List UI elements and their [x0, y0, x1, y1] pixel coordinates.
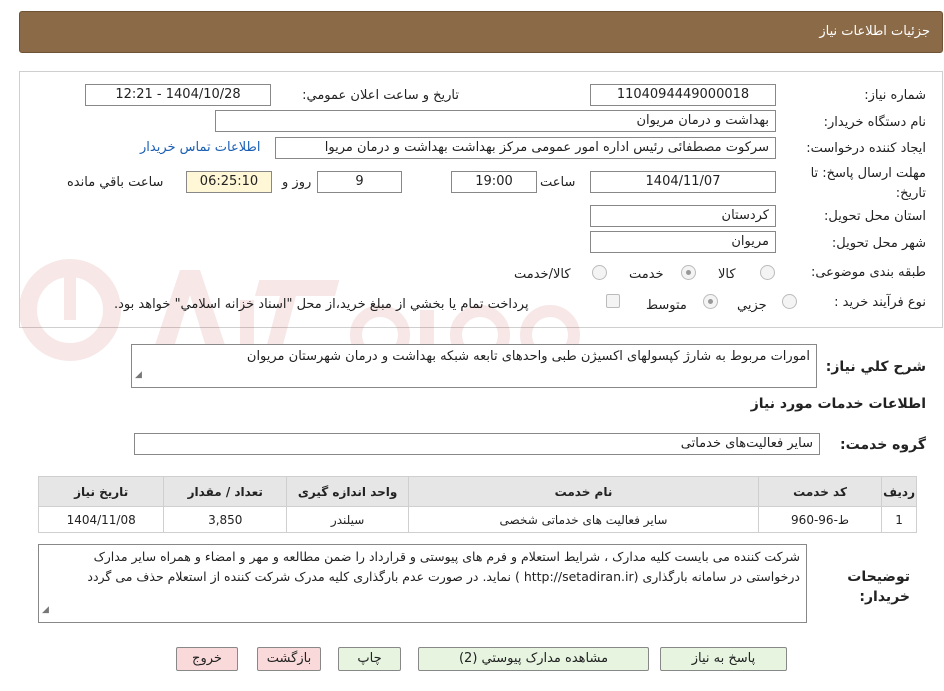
resize-grip-icon[interactable]: ◢	[42, 600, 49, 620]
services-section-title: اطلاعات خدمات مورد نياز	[750, 396, 926, 412]
cell-quantity: 3,850	[163, 506, 288, 533]
requester-field[interactable]: سرکوت مصطفائی رئیس اداره امور عمومی مرکز…	[275, 137, 776, 159]
print-button[interactable]: چاپ	[338, 647, 401, 671]
category-goods-radio[interactable]	[760, 265, 775, 280]
table-row[interactable]: 1 ط-96-960 سایر فعالیت های خدماتی شخصی س…	[37, 506, 917, 533]
days-label: روز و	[282, 175, 312, 190]
page-header: جزئیات اطلاعات نیاز	[19, 11, 943, 53]
city-field[interactable]: مریوان	[590, 231, 776, 253]
col-header-row-number: رديف	[881, 476, 917, 507]
category-label: طبقه بندی موضوعی:	[810, 265, 926, 280]
exit-button[interactable]: خروج	[176, 647, 238, 671]
buyer-org-label: نام دستگاه خريدار:	[823, 115, 926, 130]
view-attachments-button[interactable]: مشاهده مدارک پيوستي (2)	[418, 647, 649, 671]
days-remaining-field[interactable]: 9	[317, 171, 402, 193]
cell-unit: سیلندر	[286, 506, 410, 533]
buyer-org-field[interactable]: بهداشت و درمان مریوان	[215, 110, 776, 132]
deadline-label: مهلت ارسال پاسخ: تا تاريخ:	[810, 166, 926, 201]
page-title: جزئیات اطلاعات نیاز	[819, 24, 930, 39]
cell-service-code: ط-96-960	[757, 506, 883, 533]
need-number-field[interactable]: 1104094449000018	[590, 84, 776, 106]
resize-grip-icon[interactable]: ◢	[135, 365, 142, 385]
treasury-payment-checkbox[interactable]	[606, 294, 620, 308]
col-header-unit: واحد اندازه گيری	[286, 476, 410, 507]
process-minor-radio[interactable]	[782, 294, 797, 309]
table-header-row: رديف كد خدمت نام خدمت واحد اندازه گيری ت…	[37, 476, 917, 507]
category-service-radio[interactable]	[681, 265, 696, 280]
category-option-both: كالا/خدمت	[514, 267, 571, 282]
province-label: استان محل تحويل:	[824, 209, 926, 224]
announce-datetime-field[interactable]: 1404/10/28 - 12:21	[85, 84, 271, 106]
back-button[interactable]: بازگشت	[257, 647, 321, 671]
requester-label: ايجاد كننده درخواست:	[806, 141, 926, 156]
col-header-service-code: كد خدمت	[757, 476, 883, 507]
process-label: نوع فرآيند خريد :	[834, 295, 926, 310]
need-number-label: شماره نیاز:	[864, 88, 926, 103]
buyer-notes-textarea[interactable]: شرکت کننده می بایست کلیه مدارک ، شرایط ا…	[38, 544, 807, 623]
cell-need-date: 1404/11/08	[37, 506, 165, 533]
summary-label: شرح كلي نياز:	[825, 359, 926, 375]
province-field[interactable]: کردستان	[590, 205, 776, 227]
category-both-radio[interactable]	[592, 265, 607, 280]
reply-button[interactable]: پاسخ به نياز	[660, 647, 787, 671]
cell-row-number: 1	[881, 506, 917, 533]
services-table: رديف كد خدمت نام خدمت واحد اندازه گيری ت…	[37, 476, 917, 533]
remaining-time-field[interactable]: 06:25:10	[186, 171, 272, 193]
category-option-service: خدمت	[629, 267, 664, 282]
service-group-label: گروه خدمت:	[840, 437, 926, 453]
deadline-time-label: ساعت	[540, 175, 576, 190]
announce-datetime-label: تاریخ و ساعت اعلان عمومي:	[302, 88, 459, 103]
service-group-field[interactable]: سایر فعالیت‌های خدماتی	[134, 433, 820, 455]
summary-textarea[interactable]: امورات مربوط به شارژ کپسولهای اکسیژن طبی…	[131, 344, 817, 388]
cell-service-name: سایر فعالیت های خدماتی شخصی	[408, 506, 759, 533]
remaining-label: ساعت باقي مانده	[67, 175, 164, 190]
buyer-contact-link[interactable]: اطلاعات تماس خريدار	[140, 140, 260, 155]
treasury-payment-note: پرداخت تمام يا بخشي از مبلغ خريد،از محل …	[114, 297, 529, 312]
process-option-medium: متوسط	[646, 298, 687, 313]
process-medium-radio[interactable]	[703, 294, 718, 309]
deadline-time-field[interactable]: 19:00	[451, 171, 537, 193]
city-label: شهر محل تحويل:	[831, 236, 926, 251]
col-header-quantity: تعداد / مقدار	[163, 476, 288, 507]
buyer-notes-text: شرکت کننده می بایست کلیه مدارک ، شرایط ا…	[87, 549, 800, 584]
process-option-minor: جزيي	[737, 298, 767, 313]
col-header-service-name: نام خدمت	[408, 476, 759, 507]
category-option-goods: كالا	[718, 267, 736, 282]
deadline-date-field[interactable]: 1404/11/07	[590, 171, 776, 193]
summary-text: امورات مربوط به شارژ کپسولهای اکسیژن طبی…	[246, 349, 810, 364]
buyer-notes-label: توضيحات خريدار:	[847, 569, 910, 605]
col-header-need-date: تاريخ نياز	[37, 476, 165, 507]
